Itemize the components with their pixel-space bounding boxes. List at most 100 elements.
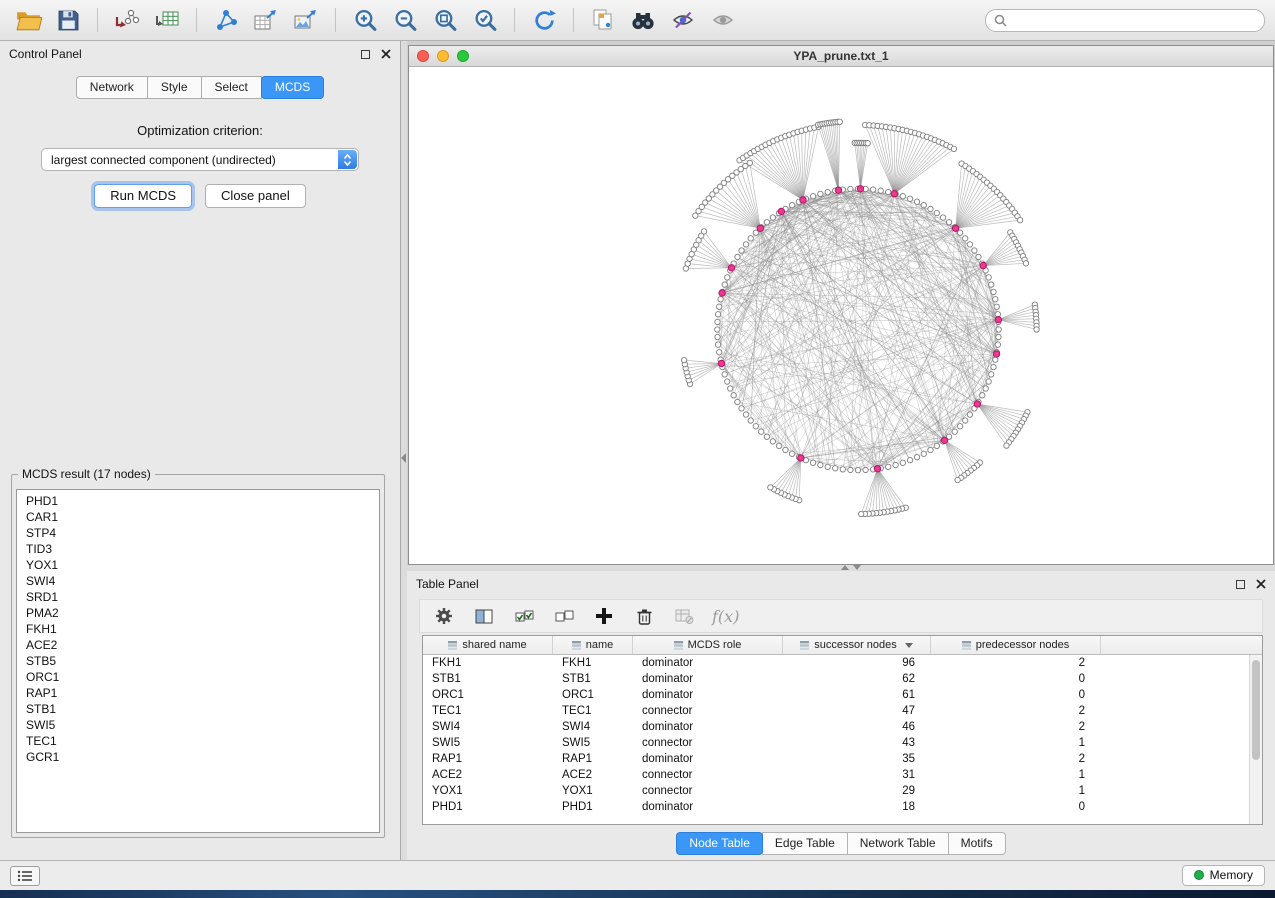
zoom-fit-button[interactable] [427, 4, 463, 36]
network-node[interactable] [753, 424, 758, 429]
network-node[interactable] [914, 199, 919, 204]
network-hub-node[interactable] [798, 455, 804, 461]
table-row[interactable]: ORC1ORC1dominator610 [423, 687, 1262, 703]
network-node[interactable] [764, 434, 769, 439]
network-node[interactable] [921, 451, 926, 456]
network-node[interactable] [715, 342, 720, 347]
mcds-result-node[interactable]: ACE2 [17, 637, 379, 653]
network-node[interactable] [865, 141, 870, 146]
network-window-titlebar[interactable]: YPA_prune.txt_1 [409, 46, 1273, 67]
import-table-button[interactable] [149, 4, 185, 36]
float-panel-icon[interactable] [1236, 580, 1245, 589]
cell-shared_name[interactable]: ORC1 [423, 687, 553, 703]
mcds-result-node[interactable]: RAP1 [17, 685, 379, 701]
column-header-predecessor-nodes[interactable]: predecessor nodes [931, 636, 1101, 655]
show-panels-button[interactable] [10, 866, 40, 886]
mcds-result-node[interactable]: YOX1 [17, 557, 379, 573]
network-node[interactable] [739, 248, 744, 253]
search-network-button[interactable] [625, 4, 661, 36]
network-node[interactable] [770, 439, 775, 444]
cell-predecessor_nodes[interactable]: 2 [931, 719, 1101, 735]
mcds-result-node[interactable]: SRD1 [17, 589, 379, 605]
mcds-result-node[interactable]: PMA2 [17, 605, 379, 621]
tab-style[interactable]: Style [147, 76, 202, 99]
search-input[interactable] [1012, 13, 1256, 27]
network-hub-node[interactable] [974, 401, 980, 407]
network-node[interactable] [863, 467, 868, 472]
tab-edge-table[interactable]: Edge Table [762, 832, 848, 855]
save-session-button[interactable] [50, 4, 86, 36]
network-node[interactable] [758, 429, 763, 434]
network-node[interactable] [907, 457, 912, 462]
network-node[interactable] [722, 372, 727, 377]
network-node[interactable] [934, 210, 939, 215]
network-node[interactable] [893, 462, 898, 467]
cell-name[interactable]: ACE2 [553, 767, 633, 783]
mcds-result-node[interactable]: CAR1 [17, 509, 379, 525]
table-row[interactable]: RAP1RAP1dominator352 [423, 751, 1262, 767]
cell-name[interactable]: FKH1 [553, 655, 633, 671]
network-node[interactable] [833, 466, 838, 471]
network-node[interactable] [1034, 327, 1039, 332]
network-node[interactable] [858, 511, 863, 516]
mcds-result-node[interactable]: FKH1 [17, 621, 379, 637]
run-mcds-button[interactable]: Run MCDS [94, 184, 192, 208]
network-node[interactable] [870, 187, 875, 192]
cell-predecessor_nodes[interactable]: 0 [931, 687, 1101, 703]
export-table-button[interactable] [248, 4, 284, 36]
network-hub-node[interactable] [757, 225, 763, 231]
cell-mcds_role[interactable]: connector [633, 735, 783, 751]
column-header-successor-nodes[interactable]: successor nodes [783, 636, 931, 655]
table-row[interactable]: FKH1FKH1dominator962 [423, 655, 1262, 671]
network-node[interactable] [951, 146, 956, 151]
network-node[interactable] [996, 327, 1001, 332]
tab-motifs[interactable]: Motifs [948, 832, 1006, 855]
cell-mcds_role[interactable]: dominator [633, 655, 783, 671]
network-node[interactable] [885, 189, 890, 194]
network-hub-node[interactable] [719, 290, 725, 296]
cell-successor_nodes[interactable]: 96 [783, 655, 931, 671]
cell-shared_name[interactable]: RAP1 [423, 751, 553, 767]
network-node[interactable] [995, 342, 1000, 347]
network-node[interactable] [993, 357, 998, 362]
mcds-result-node[interactable]: TID3 [17, 541, 379, 557]
network-hub-node[interactable] [728, 265, 734, 271]
minimize-window-button[interactable] [437, 50, 449, 62]
select-all-button[interactable] [512, 604, 536, 628]
network-node[interactable] [976, 254, 981, 259]
network-node[interactable] [701, 229, 706, 234]
delete-column-button[interactable] [632, 604, 656, 628]
network-node[interactable] [810, 460, 815, 465]
show-all-button[interactable] [705, 4, 741, 36]
hide-selected-button[interactable] [665, 4, 701, 36]
network-node[interactable] [914, 454, 919, 459]
network-node[interactable] [957, 424, 962, 429]
cell-successor_nodes[interactable]: 62 [783, 671, 931, 687]
network-hub-node[interactable] [995, 316, 1001, 322]
cell-name[interactable]: SWI5 [553, 735, 633, 751]
network-node[interactable] [907, 196, 912, 201]
network-hub-node[interactable] [857, 186, 863, 192]
mcds-result-node[interactable]: PHD1 [17, 493, 379, 509]
network-node[interactable] [963, 418, 968, 423]
network-hub-node[interactable] [778, 208, 784, 214]
tab-node-table[interactable]: Node Table [676, 832, 763, 855]
open-session-button[interactable] [10, 4, 46, 36]
cell-shared_name[interactable]: ACE2 [423, 767, 553, 783]
cell-shared_name[interactable]: FKH1 [423, 655, 553, 671]
network-hub-node[interactable] [835, 187, 841, 193]
network-node[interactable] [855, 467, 860, 472]
close-window-button[interactable] [417, 50, 429, 62]
network-hub-node[interactable] [941, 437, 947, 443]
cell-successor_nodes[interactable]: 43 [783, 735, 931, 751]
mcds-result-list[interactable]: PHD1CAR1STP4TID3YOX1SWI4SRD1PMA2FKH1ACE2… [16, 489, 380, 833]
network-node[interactable] [715, 319, 720, 324]
criterion-dropdown[interactable]: largest connected component (undirected) [41, 148, 359, 171]
network-node[interactable] [986, 379, 991, 384]
cell-predecessor_nodes[interactable]: 1 [931, 767, 1101, 783]
network-node[interactable] [952, 429, 957, 434]
network-node[interactable] [716, 350, 721, 355]
network-node[interactable] [818, 191, 823, 196]
cell-successor_nodes[interactable]: 61 [783, 687, 931, 703]
table-row[interactable]: YOX1YOX1connector291 [423, 783, 1262, 799]
